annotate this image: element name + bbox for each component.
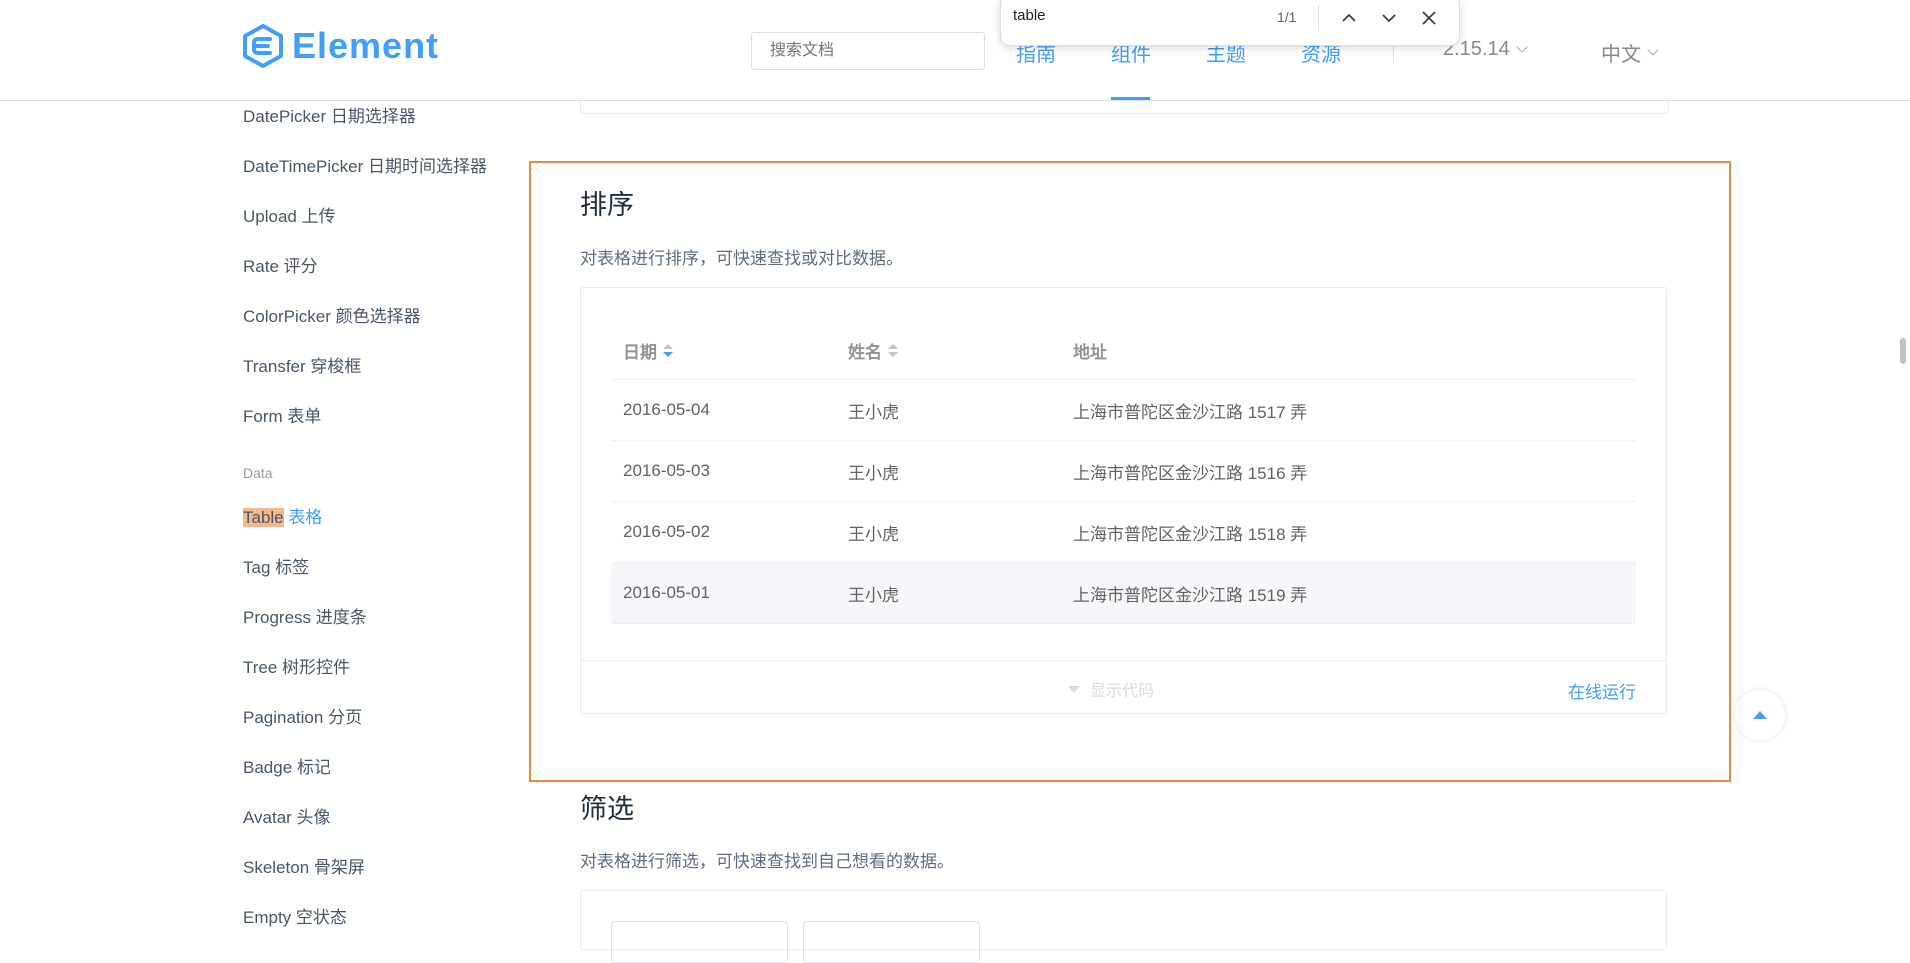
logo-text: Element (292, 25, 440, 66)
chevron-up-icon (1342, 13, 1356, 22)
column-header-label: 姓名 (848, 343, 882, 362)
table-cell: 王小虎 (848, 585, 899, 605)
sidebar-item-badge[interactable]: Badge 标记 (243, 753, 331, 778)
table-cell: 2016-05-04 (623, 400, 710, 419)
table-row[interactable]: 2016-05-01 王小虎 上海市普陀区金沙江路 1519 弄 (611, 563, 1636, 624)
chevron-down-icon (1516, 40, 1528, 53)
sort-caret-icon[interactable] (663, 344, 673, 357)
demo-control-bar[interactable]: 显示代码 在线运行 (581, 660, 1666, 713)
search-input[interactable] (751, 32, 985, 70)
show-code-toggle[interactable]: 显示代码 (1068, 677, 1154, 701)
sidebar-item-form[interactable]: Form 表单 (243, 402, 321, 427)
sidebar-group-data: Data (243, 465, 273, 481)
find-match-count: 1/1 (1277, 9, 1297, 25)
sidebar-item-table[interactable]: Table 表格 (243, 503, 322, 528)
element-logo[interactable]: Element (242, 24, 439, 68)
table-cell: 2016-05-01 (623, 583, 710, 602)
find-input[interactable]: table (1013, 7, 1046, 24)
column-header-name[interactable]: 姓名 (836, 322, 1061, 379)
sort-caret-icon[interactable] (888, 344, 898, 357)
table-cell: 2016-05-02 (623, 522, 710, 541)
table-cell: 2016-05-03 (623, 461, 710, 480)
sort-table: 日期 姓名 地址 2016-05-04 王小虎 上海市普陀区金沙江路 1517 … (611, 322, 1636, 624)
table-cell: 上海市普陀区金沙江路 1516 弄 (1073, 463, 1308, 483)
sidebar-item-upload[interactable]: Upload 上传 (243, 202, 336, 227)
find-highlight: Table (243, 508, 284, 527)
table-row[interactable]: 2016-05-03 王小虎 上海市普陀区金沙江路 1516 弄 (611, 441, 1636, 502)
chevron-down-icon (1647, 43, 1659, 56)
element-logo-icon (243, 24, 283, 68)
find-close-button[interactable] (1415, 4, 1443, 32)
scrollbar-thumb[interactable] (1900, 338, 1906, 364)
column-header-address: 地址 (1061, 322, 1636, 379)
caret-up-icon (1753, 711, 1767, 719)
filter-control[interactable] (611, 921, 788, 963)
sidebar-item-rate[interactable]: Rate 评分 (243, 252, 318, 277)
filter-demo-block (580, 890, 1667, 963)
table-cell: 王小虎 (848, 524, 899, 544)
table-cell: 上海市普陀区金沙江路 1517 弄 (1073, 402, 1308, 422)
table-cell: 王小虎 (848, 463, 899, 483)
chevron-down-icon (1382, 14, 1396, 23)
sidebar-item-colorpicker[interactable]: ColorPicker 颜色选择器 (243, 302, 421, 327)
table-header-row: 日期 姓名 地址 (611, 322, 1636, 380)
find-bar: table 1/1 (1000, 0, 1460, 46)
table-cell: 上海市普陀区金沙江路 1519 弄 (1073, 585, 1308, 605)
sidebar-item-tag[interactable]: Tag 标签 (243, 553, 309, 578)
sidebar-item-empty[interactable]: Empty 空状态 (243, 903, 347, 928)
sidebar-item-table-label: 表格 (283, 508, 323, 527)
sidebar-item-transfer[interactable]: Transfer 穿梭框 (243, 352, 361, 377)
table-row[interactable]: 2016-05-04 王小虎 上海市普陀区金沙江路 1517 弄 (611, 380, 1636, 441)
table-cell: 上海市普陀区金沙江路 1518 弄 (1073, 524, 1308, 544)
top-header: Element 指南 组件 主题 资源 2.15.14 中文 (0, 0, 1910, 101)
sidebar-item-datetimepicker[interactable]: DateTimePicker 日期时间选择器 (243, 152, 487, 177)
find-next-button[interactable] (1375, 4, 1403, 32)
find-previous-button[interactable] (1335, 4, 1363, 32)
back-to-top-button[interactable] (1735, 690, 1785, 740)
sort-demo-block: 日期 姓名 地址 2016-05-04 王小虎 上海市普陀区金沙江路 1517 … (580, 287, 1667, 714)
sidebar-item-tree[interactable]: Tree 树形控件 (243, 653, 350, 678)
filter-control[interactable] (803, 921, 980, 963)
section-description-sort: 对表格进行排序，可快速查找或对比数据。 (580, 249, 903, 268)
language-label: 中文 (1601, 44, 1641, 66)
sidebar-item-skeleton[interactable]: Skeleton 骨架屏 (243, 853, 365, 878)
language-dropdown[interactable]: 中文 (1601, 38, 1659, 67)
find-divider (1318, 5, 1319, 31)
caret-down-icon (1068, 685, 1080, 693)
sidebar-item-pagination[interactable]: Pagination 分页 (243, 703, 362, 728)
section-title-sort: 排序 (580, 190, 634, 220)
sidebar-item-progress[interactable]: Progress 进度条 (243, 603, 367, 628)
nav-active-indicator (1111, 97, 1150, 100)
column-header-label: 日期 (623, 343, 657, 362)
close-icon (1422, 11, 1436, 25)
table-cell: 王小虎 (848, 402, 899, 422)
show-code-label: 显示代码 (1090, 683, 1155, 700)
column-header-label: 地址 (1073, 343, 1107, 362)
sidebar-item-avatar[interactable]: Avatar 头像 (243, 803, 331, 828)
section-title-filter: 筛选 (580, 794, 634, 824)
run-online-link[interactable]: 在线运行 (1568, 678, 1636, 703)
column-header-date[interactable]: 日期 (611, 322, 836, 379)
sidebar-item-datepicker[interactable]: DatePicker 日期选择器 (243, 102, 416, 127)
section-description-filter: 对表格进行筛选，可快速查找到自己想看的数据。 (580, 852, 954, 871)
table-row[interactable]: 2016-05-02 王小虎 上海市普陀区金沙江路 1518 弄 (611, 502, 1636, 563)
